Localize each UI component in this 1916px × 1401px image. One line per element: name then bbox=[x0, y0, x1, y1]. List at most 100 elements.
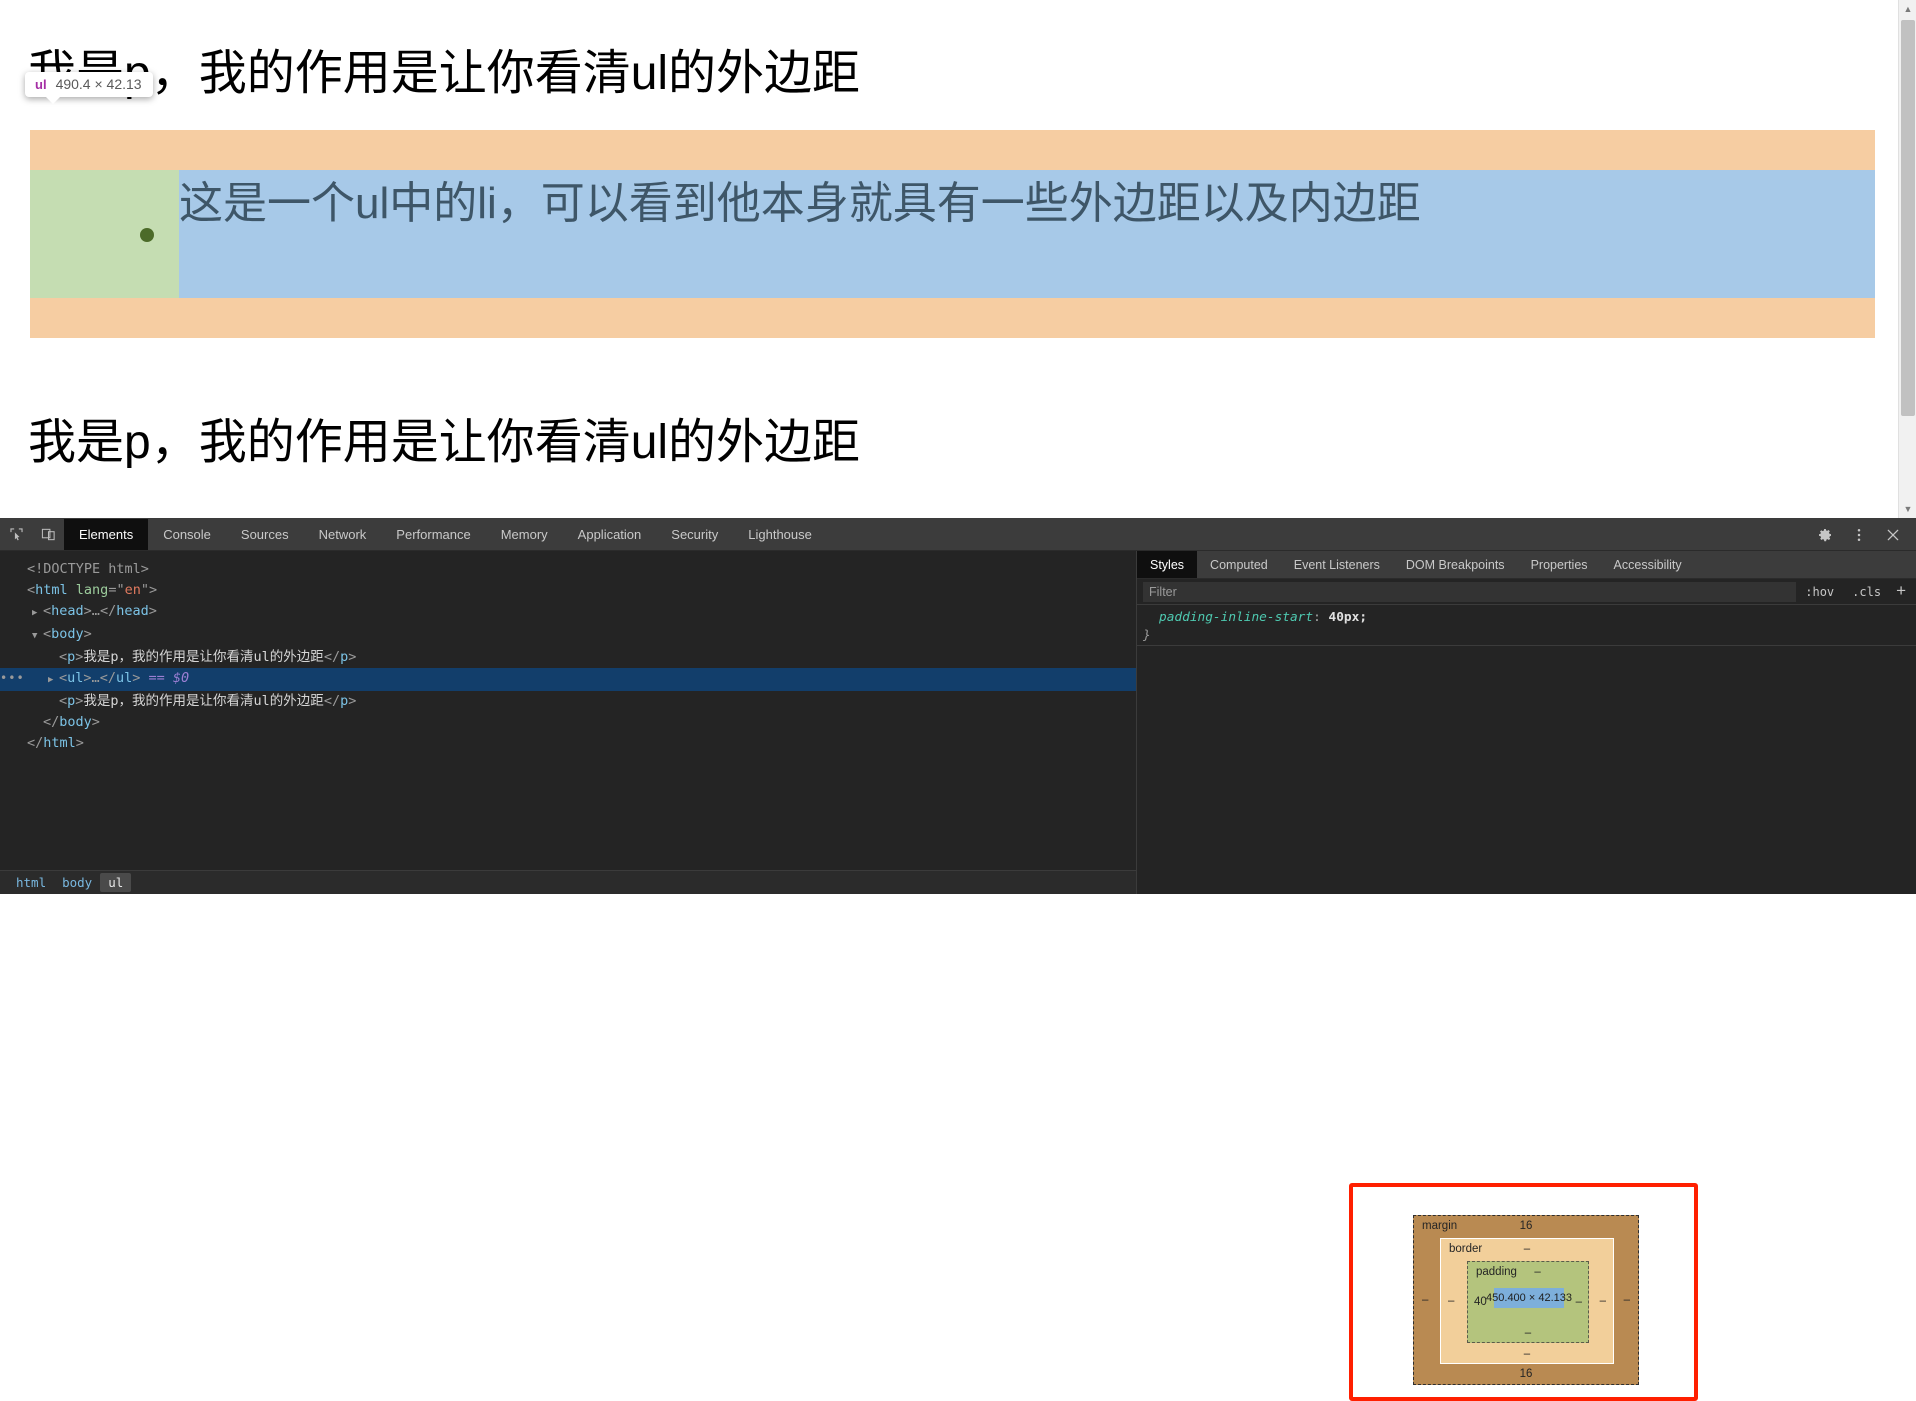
box-model-border-bottom[interactable]: – bbox=[1524, 1348, 1530, 1360]
box-model-border-top[interactable]: – bbox=[1524, 1243, 1530, 1255]
inspect-element-icon[interactable] bbox=[0, 519, 32, 550]
dom-token-punct: < bbox=[43, 603, 52, 619]
styles-filter-bar: :hov .cls + bbox=[1137, 579, 1916, 605]
tab-lighthouse[interactable]: Lighthouse bbox=[733, 519, 827, 550]
dom-node[interactable]: </html> bbox=[0, 733, 1136, 754]
scrollbar-thumb[interactable] bbox=[1901, 20, 1915, 416]
css-property-value[interactable]: 40px; bbox=[1329, 610, 1368, 625]
styles-tab-dom-breakpoints[interactable]: DOM Breakpoints bbox=[1393, 551, 1518, 578]
tab-sources[interactable]: Sources bbox=[226, 519, 304, 550]
dom-token-punct: =" bbox=[108, 582, 125, 598]
tab-application[interactable]: Application bbox=[563, 519, 657, 550]
ul-padding-highlight: 这是一个ul中的li，可以看到他本身就具有一些外边距以及内边距 bbox=[30, 170, 1875, 298]
node-more-icon[interactable]: ••• bbox=[0, 668, 24, 689]
styles-tab-list: Styles Computed Event Listeners DOM Breakpo… bbox=[1137, 551, 1916, 579]
dom-token-punct: > bbox=[83, 603, 92, 619]
dom-token-punct: </ bbox=[323, 649, 341, 665]
device-toolbar-icon[interactable] bbox=[32, 519, 64, 550]
dom-token-punct: > bbox=[132, 670, 149, 686]
dom-token-punct: < bbox=[43, 626, 52, 642]
dom-token-tag: p bbox=[340, 693, 349, 709]
dom-token-punct: > bbox=[83, 670, 92, 686]
settings-gear-icon[interactable] bbox=[1808, 519, 1842, 550]
dom-token-tag: body bbox=[51, 626, 84, 642]
tooltip-tag-name: ul bbox=[35, 77, 47, 92]
dom-token-punct: <!DOCTYPE html> bbox=[27, 561, 149, 577]
dom-node[interactable]: <p>我是p，我的作用是让你看清ul的外边距</p> bbox=[0, 647, 1136, 668]
tab-console[interactable]: Console bbox=[148, 519, 226, 550]
list-item: 这是一个ul中的li，可以看到他本身就具有一些外边距以及内边距 bbox=[179, 179, 1421, 228]
box-model-content-size[interactable]: 450.400 × 42.133 bbox=[1486, 1288, 1572, 1308]
styles-tab-accessibility[interactable]: Accessibility bbox=[1601, 551, 1695, 578]
box-model-padding-left[interactable]: 40 bbox=[1474, 1296, 1487, 1308]
tab-memory[interactable]: Memory bbox=[486, 519, 563, 550]
cls-toggle-button[interactable]: .cls bbox=[1843, 585, 1890, 599]
dom-token-punct: > bbox=[91, 714, 100, 730]
expand-triangle-icon[interactable] bbox=[32, 603, 43, 624]
dom-node[interactable]: <!DOCTYPE html> bbox=[0, 559, 1136, 580]
ul-margin-highlight: 这是一个ul中的li，可以看到他本身就具有一些外边距以及内边距 bbox=[30, 130, 1875, 338]
dom-token-dots: … bbox=[91, 603, 100, 619]
tab-security[interactable]: Security bbox=[656, 519, 733, 550]
box-model-border-right[interactable]: – bbox=[1600, 1295, 1606, 1307]
box-model-border-left[interactable]: – bbox=[1448, 1295, 1454, 1307]
styles-tab-properties[interactable]: Properties bbox=[1518, 551, 1601, 578]
breadcrumb-item-ul[interactable]: ul bbox=[100, 873, 132, 892]
dom-node[interactable]: <html lang="en"> bbox=[0, 580, 1136, 601]
more-options-icon[interactable] bbox=[1842, 519, 1876, 550]
styles-tab-event-listeners[interactable]: Event Listeners bbox=[1281, 551, 1393, 578]
dom-token-punct: < bbox=[59, 693, 68, 709]
devtools-toolbar-actions bbox=[1808, 519, 1916, 550]
scroll-down-arrow-icon[interactable]: ▼ bbox=[1899, 500, 1916, 518]
rendered-page: 我是p，我的作用是让你看清ul的外边距 这是一个ul中的li，可以看到他本身就具… bbox=[0, 0, 1916, 518]
collapse-triangle-icon[interactable] bbox=[32, 626, 43, 647]
box-model-margin-right[interactable]: – bbox=[1624, 1294, 1630, 1306]
dom-token-ref: == $0 bbox=[148, 670, 190, 686]
box-model-padding-bottom[interactable]: – bbox=[1525, 1327, 1531, 1339]
close-icon[interactable] bbox=[1876, 519, 1910, 550]
dom-token-punct bbox=[68, 582, 76, 598]
tab-performance[interactable]: Performance bbox=[381, 519, 485, 550]
dom-token-punct: < bbox=[27, 582, 36, 598]
breadcrumb-item-html[interactable]: html bbox=[8, 873, 54, 892]
dom-tree-pane: <!DOCTYPE html><html lang="en"><head>…</… bbox=[0, 551, 1137, 894]
dom-node[interactable]: </body> bbox=[0, 712, 1136, 733]
styles-tab-styles[interactable]: Styles bbox=[1137, 551, 1198, 578]
dom-token-text: 我是p，我的作用是让你看清ul的外边距 bbox=[83, 693, 324, 709]
box-model-margin-left[interactable]: – bbox=[1422, 1294, 1428, 1306]
tab-elements[interactable]: Elements bbox=[64, 519, 149, 550]
expand-triangle-icon[interactable] bbox=[48, 670, 59, 691]
styles-tab-computed[interactable]: Computed bbox=[1197, 551, 1281, 578]
css-property-name[interactable]: padding-inline-start bbox=[1159, 610, 1313, 625]
dom-token-tag: p bbox=[340, 649, 349, 665]
page-scrollbar[interactable]: ▲ ▼ bbox=[1898, 0, 1916, 518]
css-declaration[interactable]: padding-inline-start: 40px; bbox=[1137, 609, 1916, 627]
dom-token-tag: ul bbox=[115, 670, 133, 686]
box-model-border-box[interactable]: border – – – – padding – – 40 – 450.400 … bbox=[1440, 1238, 1614, 1364]
dom-token-tag: head bbox=[51, 603, 84, 619]
box-model-padding-right[interactable]: – bbox=[1576, 1296, 1582, 1308]
dom-token-punct: > bbox=[83, 626, 92, 642]
box-model-margin-top[interactable]: 16 bbox=[1520, 1220, 1533, 1232]
dom-token-dots: … bbox=[91, 670, 100, 686]
box-model-margin-bottom[interactable]: 16 bbox=[1520, 1368, 1533, 1380]
box-model-padding-top[interactable]: – bbox=[1534, 1266, 1540, 1278]
dom-token-punct: < bbox=[59, 670, 68, 686]
box-model-margin-box[interactable]: margin 16 16 – – border – – – – padding … bbox=[1413, 1215, 1639, 1385]
dom-node[interactable]: <p>我是p，我的作用是让你看清ul的外边距</p> bbox=[0, 691, 1136, 712]
breadcrumb-item-body[interactable]: body bbox=[54, 873, 100, 892]
dom-node-selected[interactable]: •••<ul>…</ul> == $0 bbox=[0, 668, 1136, 691]
dom-token-punct: > bbox=[148, 603, 157, 619]
dom-node[interactable]: <head>…</head> bbox=[0, 601, 1136, 624]
dom-token-punct: < bbox=[59, 649, 68, 665]
scroll-up-arrow-icon[interactable]: ▲ bbox=[1899, 0, 1916, 18]
tooltip-dimensions: 490.4 × 42.13 bbox=[55, 76, 142, 92]
box-model-padding-box[interactable]: padding – – 40 – 450.400 × 42.133 bbox=[1467, 1261, 1589, 1343]
tab-network[interactable]: Network bbox=[304, 519, 382, 550]
styles-pane: Styles Computed Event Listeners DOM Breakpo… bbox=[1137, 551, 1916, 894]
hov-toggle-button[interactable]: :hov bbox=[1796, 585, 1843, 599]
dom-node[interactable]: <body> bbox=[0, 624, 1136, 647]
breadcrumb: html body ul bbox=[0, 870, 1136, 894]
styles-filter-input[interactable] bbox=[1143, 581, 1797, 602]
new-style-rule-button[interactable]: + bbox=[1890, 581, 1916, 603]
